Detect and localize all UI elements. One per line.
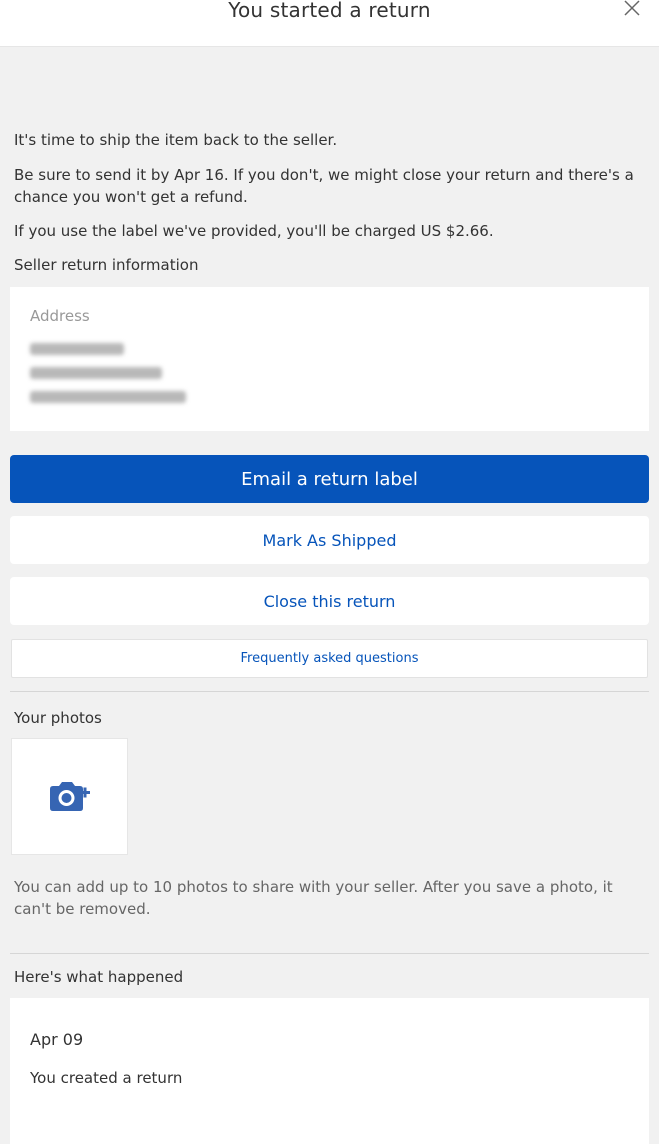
faq-text: Frequently asked questions [240,651,419,666]
seller-info-heading: Seller return information [14,256,199,274]
close-icon [624,0,640,16]
email-return-label-button[interactable]: Email a return label [10,455,649,503]
event-description: You created a return [30,1069,183,1087]
mark-as-shipped-button[interactable]: Mark As Shipped [10,516,649,564]
divider [10,691,649,692]
add-photo-camera-icon [50,782,90,811]
divider [10,953,649,954]
faq-button[interactable]: Frequently asked questions [11,639,648,678]
address-label: Address [30,307,90,325]
history-heading: Here's what happened [14,968,184,986]
ship-message: It's time to ship the item back to the s… [14,131,338,149]
close-return-button[interactable]: Close this return [10,577,649,625]
email-return-label-text: Email a return label [241,468,418,490]
timeline-card: Apr 09 You created a return [10,998,649,1144]
seller-address-card: Address [10,287,649,431]
photos-note: You can add up to 10 photos to share wit… [14,878,613,918]
label-charge-message: If you use the label we've provided, you… [14,222,494,240]
event-date: Apr 09 [30,1030,84,1049]
redacted-address-line [30,343,124,355]
photos-heading: Your photos [14,709,102,727]
redacted-address-line [30,391,186,403]
page-header: You started a return [0,0,659,47]
redacted-address-line [30,367,162,379]
close-return-text: Close this return [263,591,396,611]
deadline-message: Be sure to send it by Apr 16. If you don… [14,166,634,206]
mark-as-shipped-text: Mark As Shipped [262,530,397,550]
add-photo-button[interactable] [11,738,128,855]
page-title: You started a return [228,0,431,22]
close-button[interactable] [620,0,644,20]
